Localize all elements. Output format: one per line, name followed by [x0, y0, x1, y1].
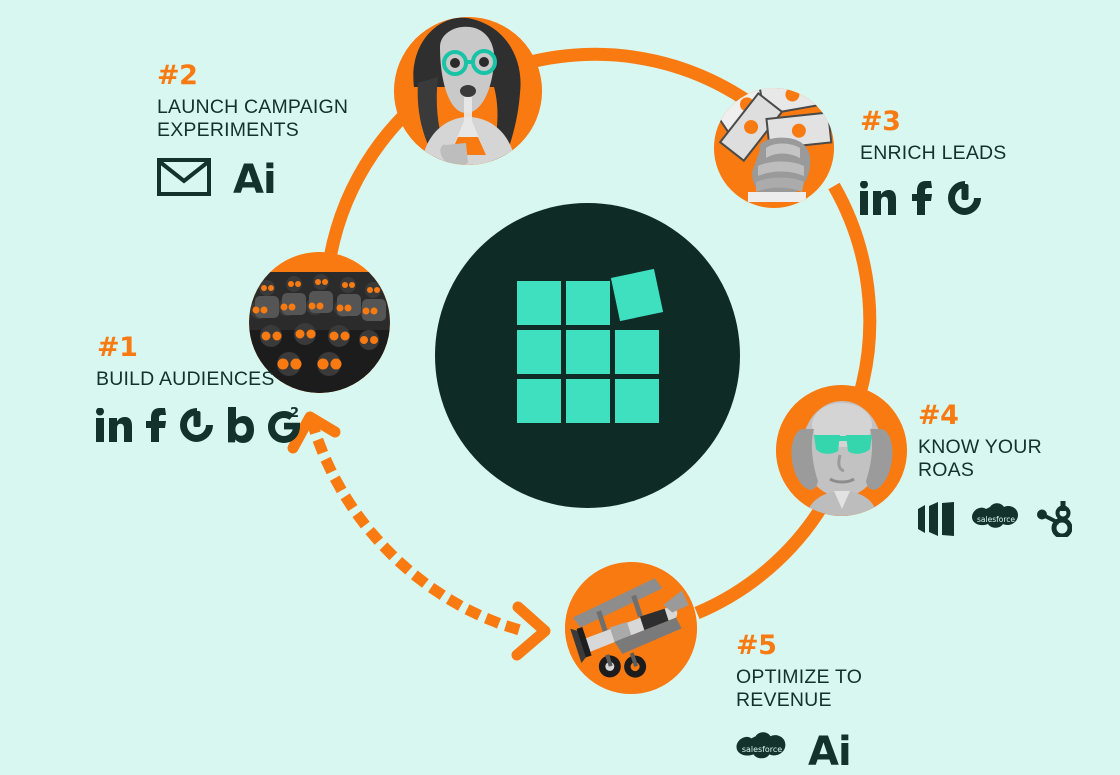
- adobe-ai-icon[interactable]: Ai: [808, 729, 858, 769]
- step-icons-3: [860, 180, 1007, 215]
- bombora-icon[interactable]: [228, 406, 254, 443]
- linkedin-icon[interactable]: [96, 407, 132, 442]
- g2-icon[interactable]: 2: [268, 407, 302, 443]
- step-number-4: #4: [918, 400, 959, 431]
- adobe-ai-icon[interactable]: Ai: [233, 157, 283, 197]
- node-photo-launch-campaign: [394, 17, 542, 165]
- envelope-icon[interactable]: [157, 158, 211, 197]
- step-number-5: #5: [736, 630, 777, 661]
- linkedin-icon[interactable]: [860, 180, 896, 215]
- step-block-1: #1 BUILD AUDIENCES 2: [96, 334, 302, 443]
- step-icons-4: salesforce: [918, 501, 1072, 538]
- node-photo-optimize-revenue: [565, 562, 697, 694]
- power-circle-icon[interactable]: [948, 180, 982, 215]
- salesforce-wordmark: salesforce: [742, 745, 782, 754]
- step-block-4: #4 KNOW YOUR ROAS salesforce: [918, 400, 1072, 538]
- facebook-icon[interactable]: [146, 407, 166, 442]
- step-title-2: LAUNCH CAMPAIGN EXPERIMENTS: [157, 96, 349, 141]
- step-block-5: #5 OPTIMIZE TO REVENUE salesforce Ai: [736, 632, 862, 769]
- step-block-2: #2 LAUNCH CAMPAIGN EXPERIMENTS Ai: [157, 62, 348, 197]
- salesforce-icon[interactable]: salesforce: [972, 503, 1020, 535]
- salesforce-icon[interactable]: salesforce: [736, 732, 788, 766]
- step-number-2: #2: [157, 60, 198, 91]
- step-number-3: #3: [860, 106, 901, 137]
- step-number-1: #1: [97, 332, 138, 363]
- hubspot-icon[interactable]: [1036, 501, 1072, 538]
- node-photo-enrich-leads: [714, 88, 834, 208]
- step-title-4: KNOW YOUR ROAS: [918, 436, 1042, 481]
- step-title-3: ENRICH LEADS: [860, 142, 1007, 164]
- step-block-3: #3 ENRICH LEADS: [860, 108, 1007, 215]
- g2-superscript: 2: [290, 407, 299, 421]
- svg-text:Ai: Ai: [233, 157, 276, 197]
- infographic-canvas: #1 BUILD AUDIENCES 2 #2 LAUNCH CAMPAIGN …: [0, 0, 1120, 775]
- step-title-1: BUILD AUDIENCES: [96, 368, 275, 390]
- power-circle-icon[interactable]: [180, 407, 214, 442]
- step-icons-2: Ai: [157, 157, 348, 197]
- step-icons-1: 2: [96, 406, 302, 443]
- svg-text:Ai: Ai: [808, 729, 851, 769]
- grid-logo-tiles: [517, 268, 664, 423]
- facebook-icon[interactable]: [912, 180, 932, 215]
- salesforce-wordmark: salesforce: [977, 515, 1015, 524]
- step-icons-5: salesforce Ai: [736, 729, 862, 769]
- node-photo-know-your-roas: [776, 385, 907, 516]
- center-logo: [435, 203, 740, 508]
- marketo-icon[interactable]: [918, 502, 956, 537]
- step-title-5: OPTIMIZE TO REVENUE: [736, 666, 863, 711]
